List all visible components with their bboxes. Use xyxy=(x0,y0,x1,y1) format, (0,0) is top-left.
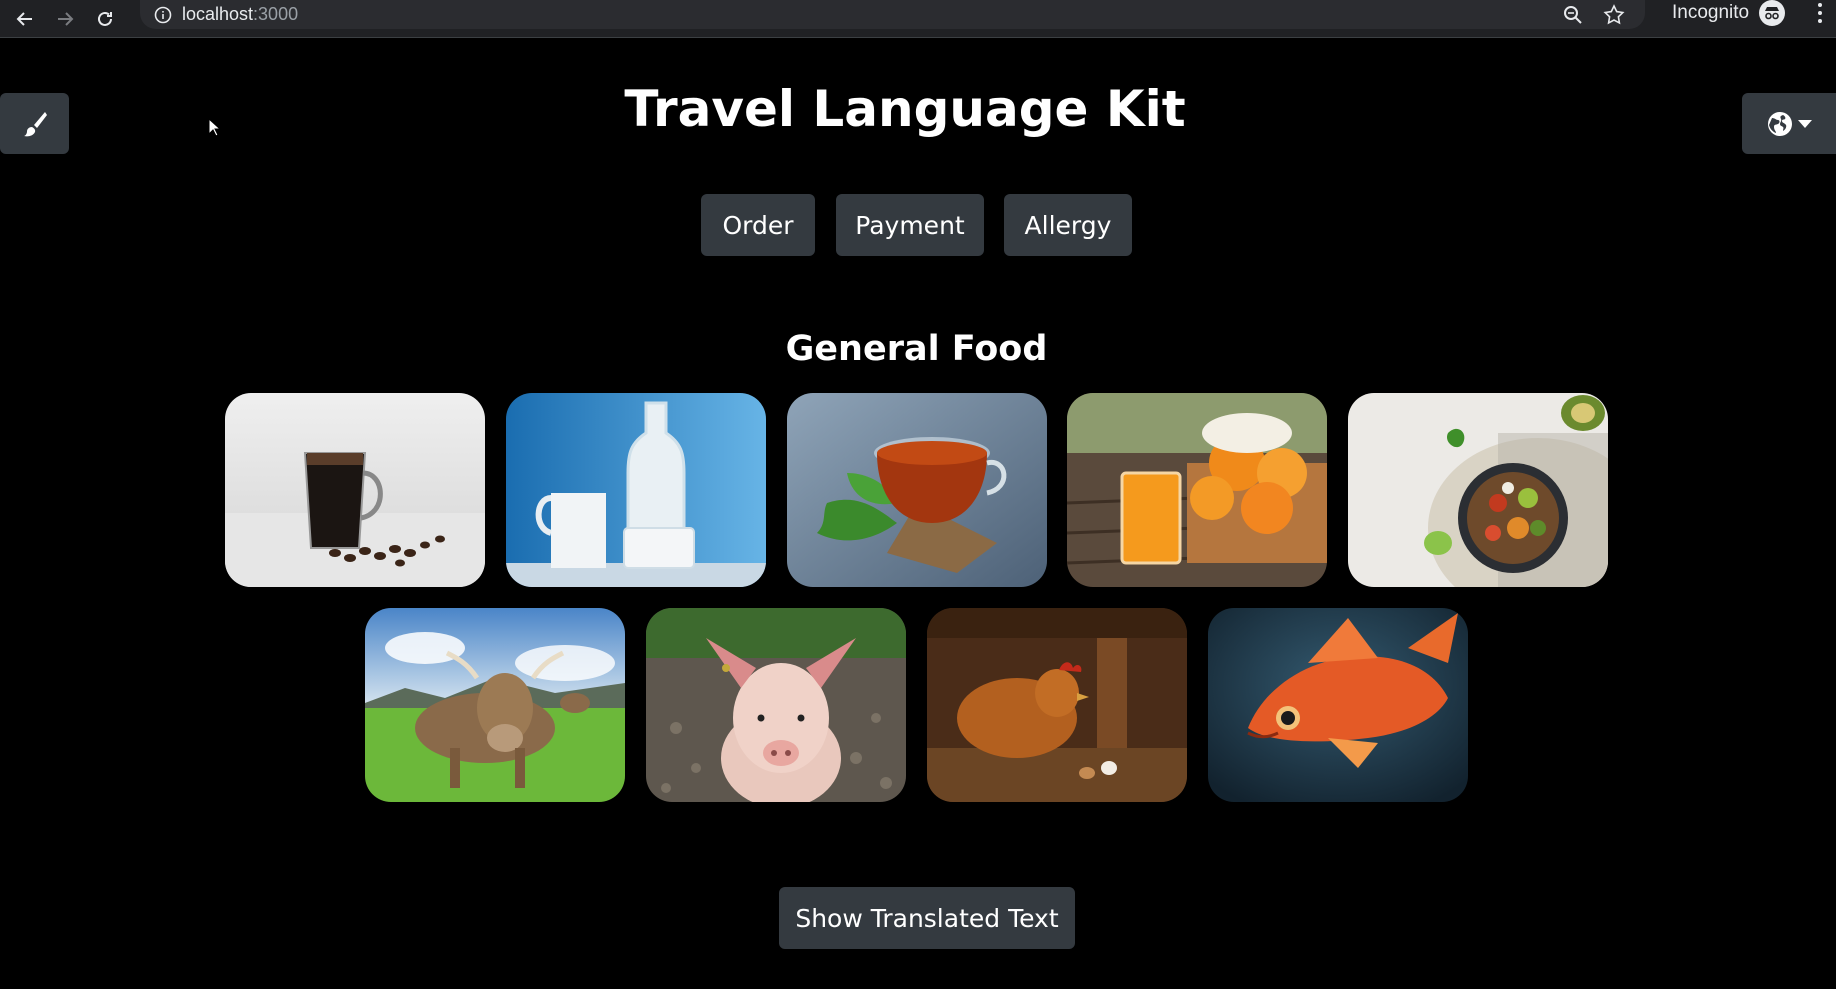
tea-image[interactable] xyxy=(787,393,1047,587)
payment-button[interactable]: Payment xyxy=(836,194,984,256)
url-port: :3000 xyxy=(253,4,299,24)
browser-toolbar: localhost:3000 Incognito xyxy=(0,0,1836,38)
language-dropdown-button[interactable] xyxy=(1742,93,1836,154)
url-host: localhost xyxy=(182,4,254,24)
back-icon[interactable] xyxy=(10,4,40,34)
zoom-icon[interactable] xyxy=(1563,5,1583,25)
browser-menu-icon[interactable] xyxy=(1818,3,1822,23)
forward-icon[interactable] xyxy=(50,4,80,34)
chicken-image[interactable] xyxy=(927,608,1187,802)
globe-icon xyxy=(1768,111,1792,136)
fish-image[interactable] xyxy=(1208,608,1468,802)
coffee-image[interactable] xyxy=(225,393,485,587)
allergy-button[interactable]: Allergy xyxy=(1004,194,1132,256)
page-title: Travel Language Kit xyxy=(624,80,1186,138)
address-bar[interactable]: localhost:3000 xyxy=(140,0,1645,29)
pig-image[interactable] xyxy=(646,608,906,802)
category-buttons: Order Payment Allergy xyxy=(0,194,1836,256)
section-title: General Food xyxy=(785,329,1048,369)
incognito-icon xyxy=(1759,0,1786,26)
bookmark-star-icon[interactable] xyxy=(1603,3,1625,26)
milk-image[interactable] xyxy=(506,393,766,587)
show-translated-text-button[interactable]: Show Translated Text xyxy=(779,887,1075,949)
salad-image[interactable] xyxy=(1348,393,1608,587)
caret-down-icon xyxy=(1798,119,1812,128)
incognito-indicator[interactable]: Incognito xyxy=(1672,0,1786,26)
info-icon[interactable] xyxy=(154,6,172,24)
incognito-label: Incognito xyxy=(1672,2,1750,23)
order-button[interactable]: Order xyxy=(701,194,815,256)
orange-juice-image[interactable] xyxy=(1067,393,1327,587)
reload-icon[interactable] xyxy=(90,4,120,34)
cow-image[interactable] xyxy=(365,608,625,802)
